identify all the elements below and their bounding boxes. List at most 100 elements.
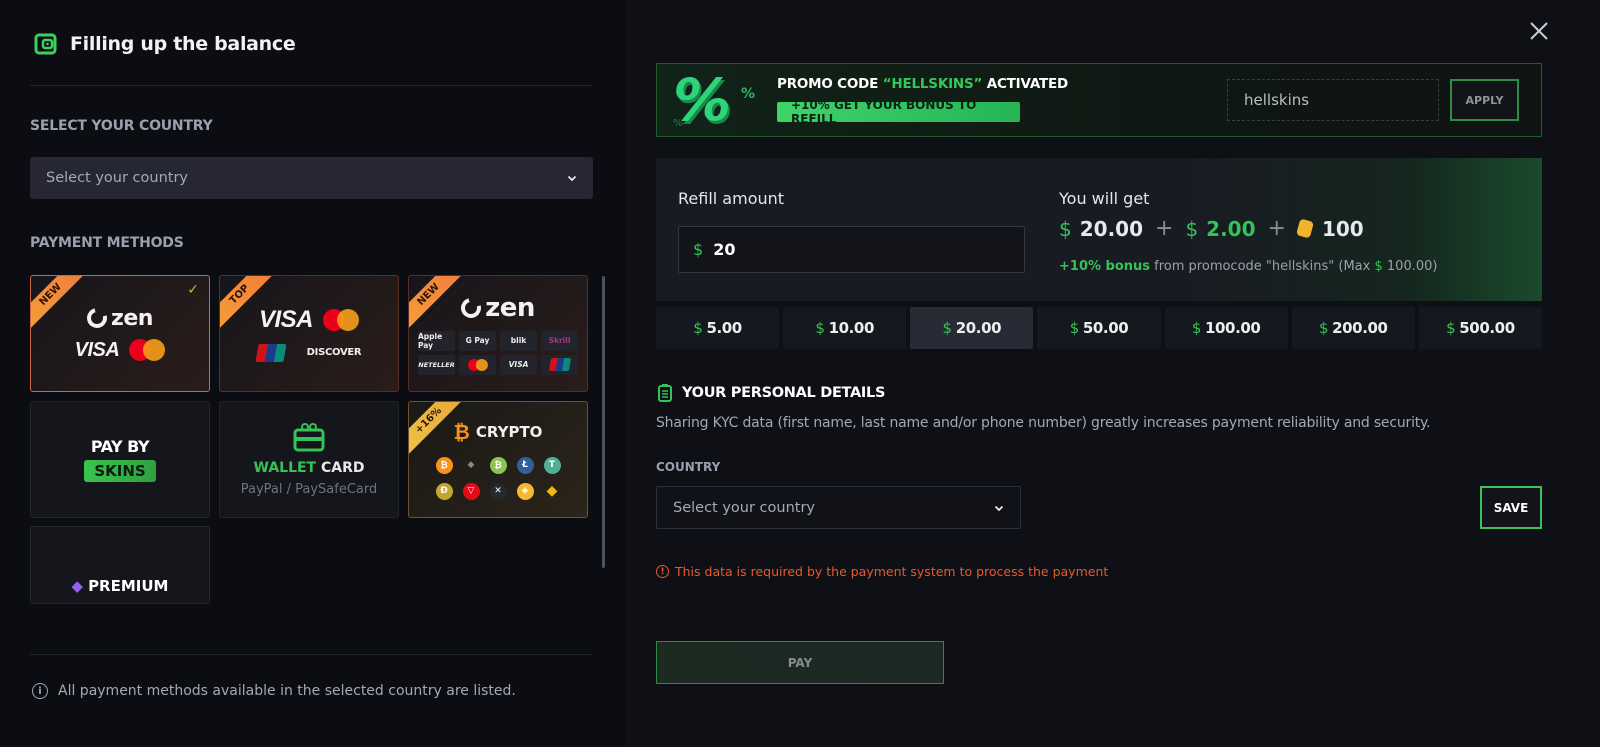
preset-amounts: $5.00 $10.00 $20.00 $50.00 $100.00 $200.… bbox=[656, 307, 1542, 349]
premium-title: PREMIUM bbox=[88, 577, 169, 595]
trx-icon: ▽ bbox=[462, 482, 480, 500]
payment-method-wallet-card[interactable]: WALLET CARD PayPal / PaySafeCard bbox=[219, 401, 399, 518]
refill-panel: Refill amount $ You will get $20.00 + $2… bbox=[656, 158, 1542, 301]
zen-logo: zen bbox=[83, 304, 153, 332]
coin-grid: ₿ ◆ ₿ Ł T Ð ▽ ✕ ◈ ◆ bbox=[435, 456, 561, 500]
btc-icon: ₿ bbox=[435, 456, 453, 474]
preset-amount-button[interactable]: $500.00 bbox=[1418, 307, 1542, 349]
new-badge: NEW bbox=[31, 276, 90, 334]
apple-pay-logo: Apple Pay bbox=[418, 330, 455, 351]
divider bbox=[30, 85, 592, 86]
percent-decoration: % bbox=[673, 118, 684, 129]
bonus-note: +10% bonus from promocode "hellskins" (M… bbox=[1059, 259, 1438, 274]
bch-icon: ₿ bbox=[489, 456, 507, 474]
gift-card-icon bbox=[293, 423, 325, 452]
wallet-icon bbox=[34, 33, 57, 55]
mastercard-logo bbox=[129, 339, 166, 361]
neteller-logo: NETELLER bbox=[418, 354, 455, 375]
info-icon: i bbox=[32, 683, 48, 699]
coin-amount: 100 bbox=[1321, 216, 1364, 241]
doge-icon: Ð bbox=[435, 482, 453, 500]
ltc-icon: Ł bbox=[516, 456, 534, 474]
wallet-card-subtitle: PayPal / PaySafeCard bbox=[240, 482, 378, 497]
unionpay-logo bbox=[541, 354, 578, 375]
you-will-get-values: $20.00 + $2.00 + 100 bbox=[1059, 216, 1364, 241]
personal-details-description: Sharing KYC data (first name, last name … bbox=[656, 415, 1431, 431]
google-pay-logo: G Pay bbox=[459, 330, 496, 351]
percent-decoration: % bbox=[741, 86, 756, 102]
info-text: All payment methods available in the sel… bbox=[58, 683, 516, 699]
country-select[interactable]: Select your country bbox=[30, 157, 593, 199]
payment-method-zen-wallets[interactable]: NEW zen Apple Pay G Pay blik Skrill NETE… bbox=[408, 275, 588, 392]
mastercard-logo bbox=[459, 354, 496, 375]
bnb-icon: ◈ bbox=[516, 482, 534, 500]
personal-details-heading: YOUR PERSONAL DETAILS bbox=[658, 384, 885, 402]
info-note: i All payment methods available in the s… bbox=[32, 683, 516, 699]
left-panel: Filling up the balance SELECT YOUR COUNT… bbox=[0, 0, 626, 747]
preset-amount-button[interactable]: $100.00 bbox=[1164, 307, 1288, 349]
refill-amount-input[interactable] bbox=[713, 240, 994, 259]
payment-method-cards[interactable]: TOP VISA DISCOVER bbox=[219, 275, 399, 392]
discover-logo: DISCOVER bbox=[306, 347, 362, 358]
pay-button[interactable]: PAY bbox=[656, 641, 944, 684]
busd-icon: ◆ bbox=[546, 483, 558, 499]
base-amount: 20.00 bbox=[1079, 216, 1143, 241]
preset-amount-button[interactable]: $200.00 bbox=[1291, 307, 1415, 349]
mastercard-logo bbox=[323, 308, 359, 331]
payment-method-premium[interactable]: ◆ PREMIUM bbox=[30, 526, 210, 604]
save-button[interactable]: SAVE bbox=[1480, 486, 1542, 529]
eth-icon: ◆ bbox=[467, 460, 475, 470]
blik-logo: blik bbox=[500, 330, 537, 351]
payment-method-pay-by-skins[interactable]: PAY BY SKINS bbox=[30, 401, 210, 518]
payment-methods-label: PAYMENT METHODS bbox=[30, 235, 184, 251]
wallet-logo-grid: Apple Pay G Pay blik Skrill NETELLER VIS… bbox=[418, 330, 578, 375]
bitcoin-icon: ₿ bbox=[453, 419, 470, 444]
select-country-label: SELECT YOUR COUNTRY bbox=[30, 118, 213, 134]
payment-method-zen-card[interactable]: NEW ✓ zen VISA bbox=[30, 275, 210, 392]
kyc-country-select[interactable]: Select your country bbox=[656, 486, 1021, 529]
promo-title: PROMO CODE “HELLSKINS” ACTIVATED bbox=[777, 76, 1069, 92]
new-badge: NEW bbox=[409, 276, 468, 334]
pay-by-text: PAY BY bbox=[90, 437, 150, 456]
methods-scrollbar[interactable] bbox=[602, 276, 605, 568]
divider bbox=[30, 654, 592, 655]
promo-code-input[interactable] bbox=[1227, 79, 1439, 121]
zen-logo: zen bbox=[457, 293, 535, 323]
promo-bonus-badge: +10% GET YOUR BONUS TO REFILL bbox=[777, 98, 1020, 126]
kyc-country-placeholder: Select your country bbox=[673, 499, 816, 516]
refill-amount-label: Refill amount bbox=[678, 189, 785, 208]
country-select-placeholder: Select your country bbox=[46, 170, 189, 186]
preset-amount-button[interactable]: $50.00 bbox=[1037, 307, 1161, 349]
visa-logo: VISA bbox=[74, 338, 120, 361]
country-label: COUNTRY bbox=[656, 460, 721, 474]
modal-header: Filling up the balance bbox=[34, 32, 296, 56]
crypto-title: ₿ CRYPTO bbox=[453, 419, 543, 444]
coin-icon bbox=[1296, 218, 1314, 239]
chevron-down-icon bbox=[567, 175, 577, 182]
preset-amount-button[interactable]: $5.00 bbox=[656, 307, 780, 349]
clipboard-icon bbox=[658, 384, 672, 402]
alert-icon: ! bbox=[656, 565, 669, 578]
visa-logo: VISA bbox=[500, 354, 537, 375]
visa-logo: VISA bbox=[258, 305, 314, 333]
apply-button[interactable]: APPLY bbox=[1450, 79, 1519, 121]
xrp-icon: ✕ bbox=[489, 482, 507, 500]
skrill-logo: Skrill bbox=[541, 330, 578, 351]
payment-method-crypto[interactable]: +16% ₿ CRYPTO ₿ ◆ ₿ Ł T Ð ▽ ✕ ◈ ◆ bbox=[408, 401, 588, 518]
preset-amount-button[interactable]: $10.00 bbox=[783, 307, 907, 349]
modal-title: Filling up the balance bbox=[70, 33, 296, 55]
wallet-card-title: WALLET CARD bbox=[253, 460, 365, 476]
refill-amount-field[interactable]: $ bbox=[678, 226, 1025, 273]
preset-amount-button[interactable]: $20.00 bbox=[910, 307, 1034, 349]
you-will-get-label: You will get bbox=[1059, 189, 1150, 208]
dollar-icon: $ bbox=[693, 240, 704, 259]
checkmark-icon: ✓ bbox=[187, 282, 199, 298]
chevron-down-icon bbox=[994, 505, 1004, 511]
close-icon[interactable] bbox=[1528, 20, 1550, 42]
usdt-icon: T bbox=[543, 456, 561, 474]
bonus-amount: 2.00 bbox=[1206, 216, 1256, 241]
required-warning: ! This data is required by the payment s… bbox=[656, 564, 1108, 579]
skins-logo: SKINS bbox=[84, 460, 156, 482]
unionpay-logo bbox=[255, 343, 287, 362]
diamond-icon: ◆ bbox=[71, 577, 84, 595]
